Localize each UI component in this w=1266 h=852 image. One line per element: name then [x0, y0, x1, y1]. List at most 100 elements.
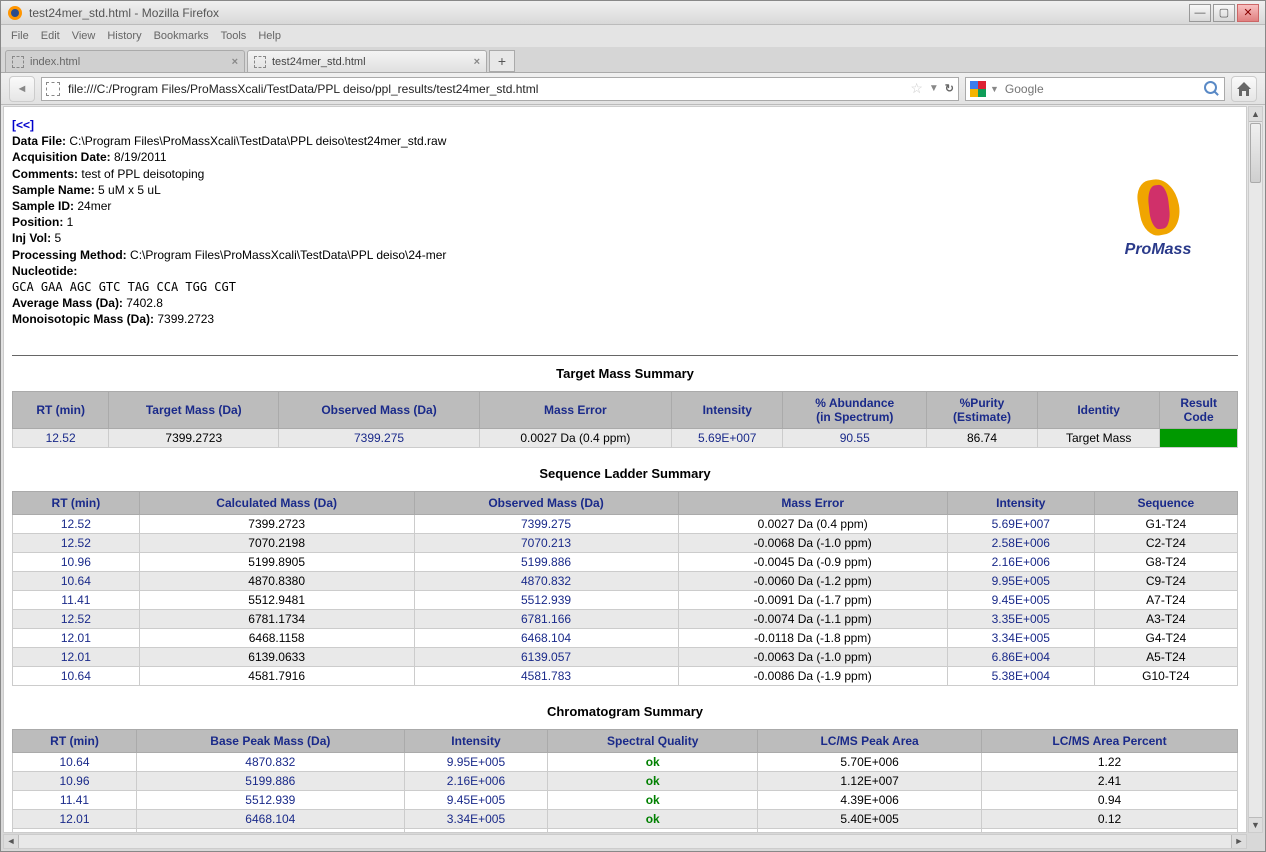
- cell[interactable]: 12.52: [13, 515, 140, 534]
- cell[interactable]: 3.34E+005: [947, 629, 1094, 648]
- col-header: %Purity(Estimate): [927, 392, 1038, 429]
- cell[interactable]: 6139.057: [414, 648, 678, 667]
- col-header: Spectral Quality: [548, 730, 758, 753]
- tab-close-icon[interactable]: ×: [474, 56, 480, 68]
- cell[interactable]: 5199.886: [414, 553, 678, 572]
- cell: -0.0091 Da (-1.7 ppm): [678, 591, 947, 610]
- table-row: 10.644870.83804870.832-0.0060 Da (-1.2 p…: [13, 572, 1238, 591]
- cell[interactable]: 2.16E+006: [947, 553, 1094, 572]
- cell[interactable]: 7399.275: [279, 429, 480, 448]
- cell[interactable]: 6468.104: [137, 810, 405, 829]
- cell[interactable]: 2.58E+006: [947, 534, 1094, 553]
- cell[interactable]: 5512.939: [137, 791, 405, 810]
- tab-index[interactable]: index.html ×: [5, 50, 245, 72]
- cell[interactable]: 5.38E+004: [947, 667, 1094, 686]
- cell: 7399.2723: [139, 515, 414, 534]
- url-input[interactable]: [66, 81, 904, 97]
- cell[interactable]: 12.52: [13, 429, 109, 448]
- new-tab-button[interactable]: +: [489, 50, 515, 72]
- tab-bar: index.html × test24mer_std.html × +: [1, 47, 1265, 73]
- cell[interactable]: 7070.213: [414, 534, 678, 553]
- cell[interactable]: 9.95E+005: [947, 572, 1094, 591]
- cell[interactable]: 9.95E+005: [404, 753, 548, 772]
- cell[interactable]: 90.55: [783, 429, 927, 448]
- maximize-button[interactable]: ▢: [1213, 4, 1235, 22]
- cell[interactable]: 10.64: [13, 572, 140, 591]
- menu-history[interactable]: History: [107, 30, 141, 42]
- cell[interactable]: 5.69E+007: [671, 429, 783, 448]
- comments-value: test of PPL deisotoping: [81, 167, 204, 181]
- cell[interactable]: 10.96: [13, 553, 140, 572]
- cell[interactable]: 3.34E+005: [404, 810, 548, 829]
- scroll-thumb[interactable]: [1250, 123, 1261, 183]
- cell[interactable]: 12.01: [13, 629, 140, 648]
- cell[interactable]: 12.52: [13, 534, 140, 553]
- menu-help[interactable]: Help: [258, 30, 281, 42]
- tab-close-icon[interactable]: ×: [232, 56, 238, 68]
- search-icon[interactable]: [1204, 81, 1220, 97]
- cell[interactable]: 5.69E+007: [947, 515, 1094, 534]
- cell[interactable]: 6781.166: [414, 610, 678, 629]
- meta-label: Position:: [12, 215, 63, 229]
- search-bar[interactable]: ▼: [965, 77, 1225, 101]
- cell[interactable]: 7399.275: [137, 829, 405, 833]
- scroll-down-button[interactable]: ▼: [1249, 817, 1262, 832]
- home-button[interactable]: [1231, 76, 1257, 102]
- cell[interactable]: 10.64: [13, 667, 140, 686]
- table-row: 12.527399.27237399.2750.0027 Da (0.4 ppm…: [13, 429, 1238, 448]
- cell[interactable]: 6.86E+004: [947, 648, 1094, 667]
- vertical-scrollbar[interactable]: ▲ ▼: [1248, 106, 1263, 833]
- cell[interactable]: 6468.104: [414, 629, 678, 648]
- horizontal-scrollbar[interactable]: ◄ ►: [3, 834, 1247, 849]
- cell: 0.0027 Da (0.4 ppm): [479, 429, 671, 448]
- cell[interactable]: 10.64: [13, 753, 137, 772]
- scroll-left-button[interactable]: ◄: [4, 835, 19, 848]
- cell[interactable]: 9.45E+005: [947, 591, 1094, 610]
- url-bar[interactable]: ☆ ▼ ↻: [41, 77, 959, 101]
- cell[interactable]: 12.01: [13, 810, 137, 829]
- cell: 0.12: [982, 810, 1238, 829]
- cell[interactable]: 5.69E+007: [404, 829, 548, 833]
- col-header: Sequence: [1094, 492, 1237, 515]
- scroll-right-button[interactable]: ►: [1231, 835, 1246, 848]
- back-link[interactable]: [<<]: [12, 118, 34, 132]
- cell[interactable]: 7399.275: [414, 515, 678, 534]
- cell[interactable]: 4870.832: [137, 753, 405, 772]
- cell[interactable]: 5199.886: [137, 772, 405, 791]
- menu-bookmarks[interactable]: Bookmarks: [154, 30, 209, 42]
- search-input[interactable]: [1003, 81, 1200, 97]
- cell[interactable]: 11.41: [13, 591, 140, 610]
- cell[interactable]: 9.45E+005: [404, 791, 548, 810]
- cell[interactable]: 11.41: [13, 791, 137, 810]
- result-code-cell: [1160, 429, 1238, 448]
- scroll-up-button[interactable]: ▲: [1249, 107, 1262, 122]
- cell: 5199.8905: [139, 553, 414, 572]
- menu-tools[interactable]: Tools: [221, 30, 247, 42]
- meta-label: Inj Vol:: [12, 231, 51, 245]
- cell[interactable]: 5512.939: [414, 591, 678, 610]
- cell[interactable]: 4870.832: [414, 572, 678, 591]
- menu-edit[interactable]: Edit: [41, 30, 60, 42]
- url-dropdown-icon[interactable]: ▼: [929, 83, 939, 94]
- cell: 5.70E+006: [758, 753, 982, 772]
- page-viewport[interactable]: ProMass [<<] Data File: C:\Program Files…: [3, 106, 1247, 833]
- cell: 2.41: [982, 772, 1238, 791]
- cell[interactable]: 12.52: [13, 610, 140, 629]
- cell[interactable]: 10.96: [13, 772, 137, 791]
- cell[interactable]: 2.16E+006: [404, 772, 548, 791]
- minimize-button[interactable]: —: [1189, 4, 1211, 22]
- back-button[interactable]: ◄: [9, 76, 35, 102]
- cell: 6139.0633: [139, 648, 414, 667]
- cell[interactable]: 3.35E+005: [947, 610, 1094, 629]
- menu-file[interactable]: File: [11, 30, 29, 42]
- close-button[interactable]: ✕: [1237, 4, 1259, 22]
- menu-view[interactable]: View: [72, 30, 96, 42]
- col-header: RT (min): [13, 492, 140, 515]
- cell[interactable]: 12.52: [13, 829, 137, 833]
- tab-test24mer[interactable]: test24mer_std.html ×: [247, 50, 487, 72]
- search-dropdown-icon[interactable]: ▼: [990, 84, 999, 94]
- cell[interactable]: 12.01: [13, 648, 140, 667]
- bookmark-star-icon[interactable]: ☆: [910, 80, 923, 97]
- reload-icon[interactable]: ↻: [945, 82, 954, 95]
- cell[interactable]: 4581.783: [414, 667, 678, 686]
